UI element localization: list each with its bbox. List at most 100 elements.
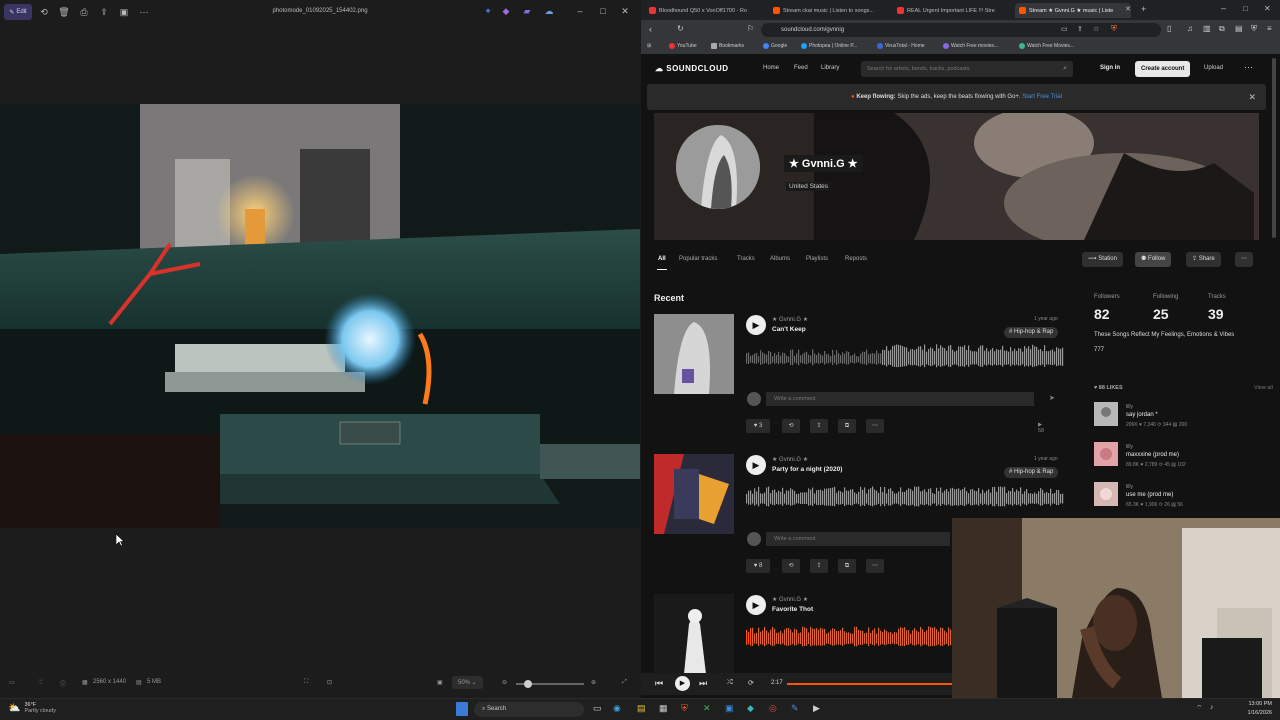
liked-track[interactable]: lilly use me (prod me) 65.3K ♥ 1,906 ⟳ 2… [1094, 482, 1274, 516]
bookmark-google[interactable]: Google [763, 43, 787, 49]
liked-title[interactable]: use me (prod me) [1126, 492, 1173, 498]
zoom-slider-thumb[interactable] [524, 680, 532, 688]
fullscreen-icon[interactable]: ⤢ [622, 679, 627, 686]
zoom-slider[interactable] [516, 680, 584, 688]
progress-bar[interactable] [787, 683, 957, 685]
tab-popular-tracks[interactable]: Popular tracks [679, 256, 717, 262]
maximize-icon[interactable]: □ [1243, 4, 1248, 13]
play-button[interactable]: ▶ [746, 595, 766, 615]
track-title[interactable]: Can't Keep [772, 326, 806, 333]
tab-bloodhound[interactable]: Bloodhound Q50 x VonOff1700 - Ro [645, 3, 765, 18]
close-banner-icon[interactable]: ✕ [1248, 84, 1256, 110]
track-artist[interactable]: ★ Gvnni.G ★ [772, 596, 808, 603]
track-artist[interactable]: ★ Gvnni.G ★ [772, 316, 808, 323]
tab-ckai[interactable]: Stream ckai music | Listen to songs... [769, 3, 889, 18]
genre-tag[interactable]: # Hip-hop & Rap [1004, 467, 1059, 478]
upload-link[interactable]: Upload [1204, 65, 1223, 71]
bookmark-youtube[interactable]: YouTube [669, 43, 697, 49]
liked-title[interactable]: say jordan * [1126, 412, 1158, 418]
more-icon[interactable]: ⋯ [136, 4, 152, 20]
zoom-out-icon[interactable]: ⊖ [502, 679, 507, 686]
followers-count[interactable]: 82 [1094, 306, 1110, 322]
wallet-icon[interactable]: ▤ [1235, 24, 1243, 33]
bookmark-folder[interactable]: Bookmarks [711, 43, 744, 49]
soundcloud-logo[interactable]: ☁ SOUNDCLOUD [655, 64, 729, 73]
paint-icon[interactable]: ✎ [791, 703, 799, 714]
taskbar-search[interactable]: ⌕ Search [474, 702, 584, 717]
comment-input[interactable]: Write a comment [766, 532, 950, 546]
send-comment-icon[interactable]: ➤ [1049, 394, 1055, 402]
tab-all[interactable]: All [658, 256, 666, 262]
free-trial-link[interactable]: Start Free Trial [1022, 94, 1062, 100]
view-all-link[interactable]: View all [1254, 385, 1273, 391]
play-pause-button[interactable]: ▶ [675, 676, 690, 691]
liked-track[interactable]: lilly say jordan * 206K ♥ 7,346 ⟳ 344 ▤ … [1094, 402, 1274, 436]
repeat-icon[interactable]: ⟳ [748, 679, 754, 687]
extensions-icon[interactable]: ⧉ [1219, 24, 1225, 34]
nav-feed[interactable]: Feed [794, 65, 808, 71]
share-button[interactable]: ⇪ Share [1186, 252, 1221, 267]
designer-icon[interactable]: ◆ [499, 6, 513, 17]
waveform[interactable] [746, 342, 1064, 376]
more-menu-icon[interactable]: ⋯ [1244, 62, 1253, 73]
liked-title[interactable]: maxxxine (prod me) [1126, 452, 1179, 458]
waveform[interactable] [746, 622, 952, 656]
edge-icon[interactable]: ◉ [613, 703, 621, 714]
play-button[interactable]: ▶ [746, 455, 766, 475]
share-icon[interactable]: ⇪ [96, 4, 112, 20]
install-app-icon[interactable]: ▭ [1061, 25, 1068, 33]
liked-user[interactable]: lilly [1126, 444, 1133, 450]
delete-icon[interactable]: 🗑 [56, 4, 72, 20]
weather-widget[interactable]: ⛅ 36°F Partly cloudy [8, 702, 56, 714]
more-options-button[interactable]: ⋯ [1235, 252, 1253, 267]
track-artwork[interactable] [654, 454, 734, 534]
search-icon[interactable]: ⌕ [1063, 61, 1067, 77]
track-artwork[interactable] [654, 314, 734, 394]
tab-real-urgent[interactable]: REAL Urgent Important LIFE !!! Stre [893, 3, 1013, 18]
nav-library[interactable]: Library [821, 65, 839, 71]
new-tab-icon[interactable]: + [1141, 4, 1146, 14]
minimize-icon[interactable]: – [1221, 3, 1226, 13]
tab-reposts[interactable]: Reposts [845, 256, 867, 262]
create-account-button[interactable]: Create account [1135, 61, 1191, 77]
minimize-icon[interactable]: – [573, 6, 587, 16]
comment-input[interactable]: Write a comment [766, 392, 1034, 406]
following-count[interactable]: 25 [1153, 306, 1169, 322]
chrome-icon[interactable]: ◎ [769, 703, 777, 714]
zoom-in-icon[interactable]: ⊕ [591, 679, 596, 686]
volume-icon[interactable]: ♪ [1210, 704, 1214, 711]
edit-button[interactable]: ✎ Edit [4, 4, 32, 20]
back-icon[interactable]: ‹ [649, 24, 652, 34]
bookmark-virustotal[interactable]: VirusTotal - Home [877, 43, 925, 49]
reload-icon[interactable]: ↻ [677, 24, 684, 33]
bookmark-photopea[interactable]: Photopea | Online P... [801, 43, 857, 49]
apps-icon[interactable]: ⊞ [647, 43, 651, 49]
actual-size-icon[interactable]: ⊡ [327, 679, 332, 686]
track-title[interactable]: Favorite Thot [772, 606, 813, 613]
file-explorer-icon[interactable]: ▤ [637, 703, 646, 714]
close-icon[interactable]: ✕ [1264, 4, 1271, 13]
clipchamp-icon[interactable]: ▰ [520, 6, 534, 17]
next-icon[interactable]: ⏭ [699, 678, 707, 689]
tracks-count[interactable]: 39 [1208, 306, 1224, 322]
track-artist[interactable]: ★ Gvnni.G ★ [772, 456, 808, 463]
zoom-dropdown[interactable]: 50% ⌄ [452, 676, 483, 689]
media-icon[interactable]: ♫ [1187, 24, 1193, 33]
sidebar-icon[interactable]: ▯ [1167, 24, 1171, 33]
shuffle-icon[interactable]: ⤮ [727, 679, 733, 687]
print-icon[interactable]: ⎙ [76, 4, 92, 20]
app-icon[interactable]: ◆ [747, 703, 754, 714]
maximize-icon[interactable]: □ [596, 6, 610, 16]
media-player-icon[interactable]: ▶ [813, 703, 820, 714]
liked-user[interactable]: lilly [1126, 484, 1133, 490]
photos-icon[interactable]: ▣ [725, 703, 734, 714]
bookmark-page-icon[interactable]: ⚐ [747, 24, 754, 33]
nav-home[interactable]: Home [763, 65, 779, 71]
clock-time[interactable]: 13:00 PM [1227, 701, 1272, 707]
sign-in-link[interactable]: Sign in [1100, 65, 1120, 71]
xbox-icon[interactable]: ✕ [703, 703, 711, 714]
fit-window-icon[interactable]: ⛶ [304, 679, 308, 686]
waveform[interactable] [746, 482, 1064, 516]
genre-tag[interactable]: # Hip-hop & Rap [1004, 327, 1059, 338]
brave-shield-icon[interactable]: ⛨ [1111, 24, 1117, 34]
